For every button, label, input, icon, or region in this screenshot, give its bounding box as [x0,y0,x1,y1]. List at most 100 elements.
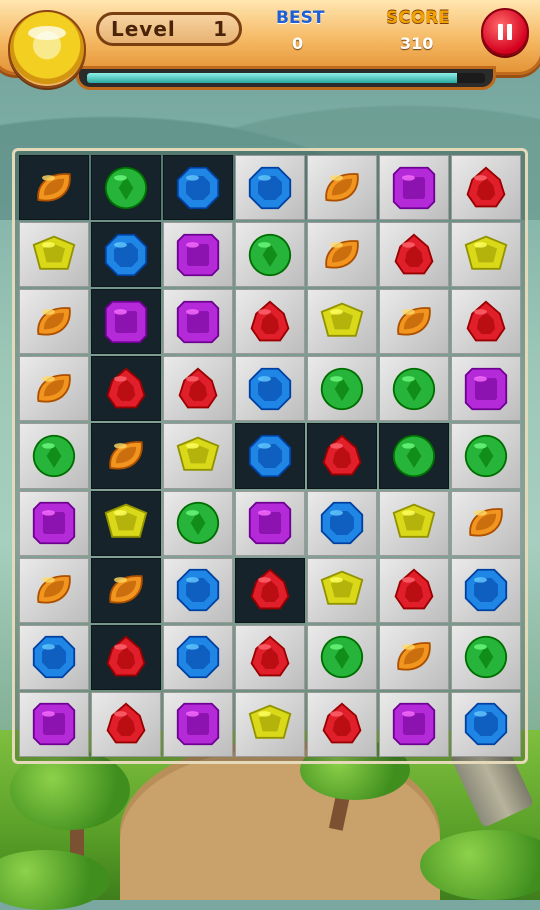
board-cell[interactable] [91,691,161,757]
board-cell[interactable] [451,423,521,489]
purple-gem-icon [176,300,220,343]
board-cell[interactable] [379,423,449,489]
board-cell[interactable] [379,624,449,690]
board-cell[interactable] [91,289,161,355]
green-gem-icon [392,367,436,411]
board-cell[interactable] [307,423,377,489]
blue-gem-icon [464,703,508,746]
board-cell[interactable] [379,155,449,221]
board-cell[interactable] [91,490,161,556]
board-cell[interactable] [451,356,521,422]
board-cell[interactable] [19,490,89,556]
board-cell[interactable] [19,557,89,623]
board-cell[interactable] [91,557,161,623]
purple-gem-icon [32,703,76,746]
board-cell[interactable] [379,356,449,422]
board-cell[interactable] [451,691,521,757]
best-value: 0 [292,34,304,53]
board-cell[interactable] [307,624,377,690]
board-cell[interactable] [91,624,161,690]
board-cell[interactable] [19,624,89,690]
purple-gem-icon [392,703,436,746]
red-gem-icon [394,233,434,274]
green-gem-icon [176,501,220,545]
board-cell[interactable] [451,557,521,623]
purple-gem-icon [392,166,436,209]
board-cell[interactable] [19,222,89,288]
board-cell[interactable] [91,356,161,422]
yellow-gem-icon [320,302,364,337]
green-gem-icon [392,434,436,478]
green-gem-icon [464,636,508,679]
board-cell[interactable] [235,356,305,422]
board-cell[interactable] [451,624,521,690]
board-cell[interactable] [307,356,377,422]
green-gem-icon [104,166,148,209]
board-cell[interactable] [451,490,521,556]
board-cell[interactable] [91,155,161,221]
red-gem-icon [322,702,362,744]
board-cell[interactable] [379,490,449,556]
blue-gem-icon [32,636,76,679]
board-cell[interactable] [163,691,233,757]
board-cell[interactable] [307,691,377,757]
green-gem-icon [320,636,364,679]
yellow-gem-icon [392,503,436,538]
board-cell[interactable] [235,155,305,221]
board-cell[interactable] [379,557,449,623]
yellow-gem-icon [248,705,292,740]
progress-fill [87,73,458,83]
board-cell[interactable] [235,222,305,288]
board-cell[interactable] [19,423,89,489]
red-gem-icon [250,635,290,677]
board-cell[interactable] [379,289,449,355]
board-cell[interactable] [307,557,377,623]
board-cell[interactable] [19,691,89,757]
board-cell[interactable] [307,222,377,288]
orange-gem-icon [325,239,359,269]
board-cell[interactable] [451,289,521,355]
yellow-gem-icon [176,436,220,471]
board-cell[interactable] [379,222,449,288]
orange-gem-icon [397,642,431,671]
board-cell[interactable] [307,155,377,221]
board-cell[interactable] [19,356,89,422]
board-cell[interactable] [91,423,161,489]
board-cell[interactable] [307,289,377,355]
orange-gem-icon [37,374,71,403]
level-value: 1 [213,17,227,41]
board-cell[interactable] [163,222,233,288]
pause-button[interactable] [481,8,529,56]
board-cell[interactable] [235,289,305,355]
board-cell[interactable] [235,557,305,623]
board-cell[interactable] [163,490,233,556]
red-gem-icon [250,300,290,342]
board-cell[interactable] [163,557,233,623]
purple-gem-icon [248,501,292,545]
board-cell[interactable] [235,423,305,489]
board-cell[interactable] [379,691,449,757]
board-cell[interactable] [451,222,521,288]
board-cell[interactable] [91,222,161,288]
best-label: BEST [276,8,325,28]
board-cell[interactable] [163,423,233,489]
board-cell[interactable] [163,289,233,355]
board-cell[interactable] [19,155,89,221]
board-cell[interactable] [451,155,521,221]
board-cell[interactable] [307,490,377,556]
board-cell[interactable] [235,490,305,556]
blue-gem-icon [320,501,364,545]
red-gem-icon [106,635,146,677]
board-cell[interactable] [163,356,233,422]
board-cell[interactable] [235,691,305,757]
board-cell[interactable] [163,155,233,221]
board-cell[interactable] [19,289,89,355]
red-gem-icon [106,367,146,409]
board-cell[interactable] [235,624,305,690]
board-cell[interactable] [163,624,233,690]
level-label: Level [111,17,176,41]
blue-gem-icon [104,233,148,276]
purple-gem-icon [32,501,76,545]
score-label: SCORE [386,8,450,28]
orange-gem-icon [37,575,71,604]
